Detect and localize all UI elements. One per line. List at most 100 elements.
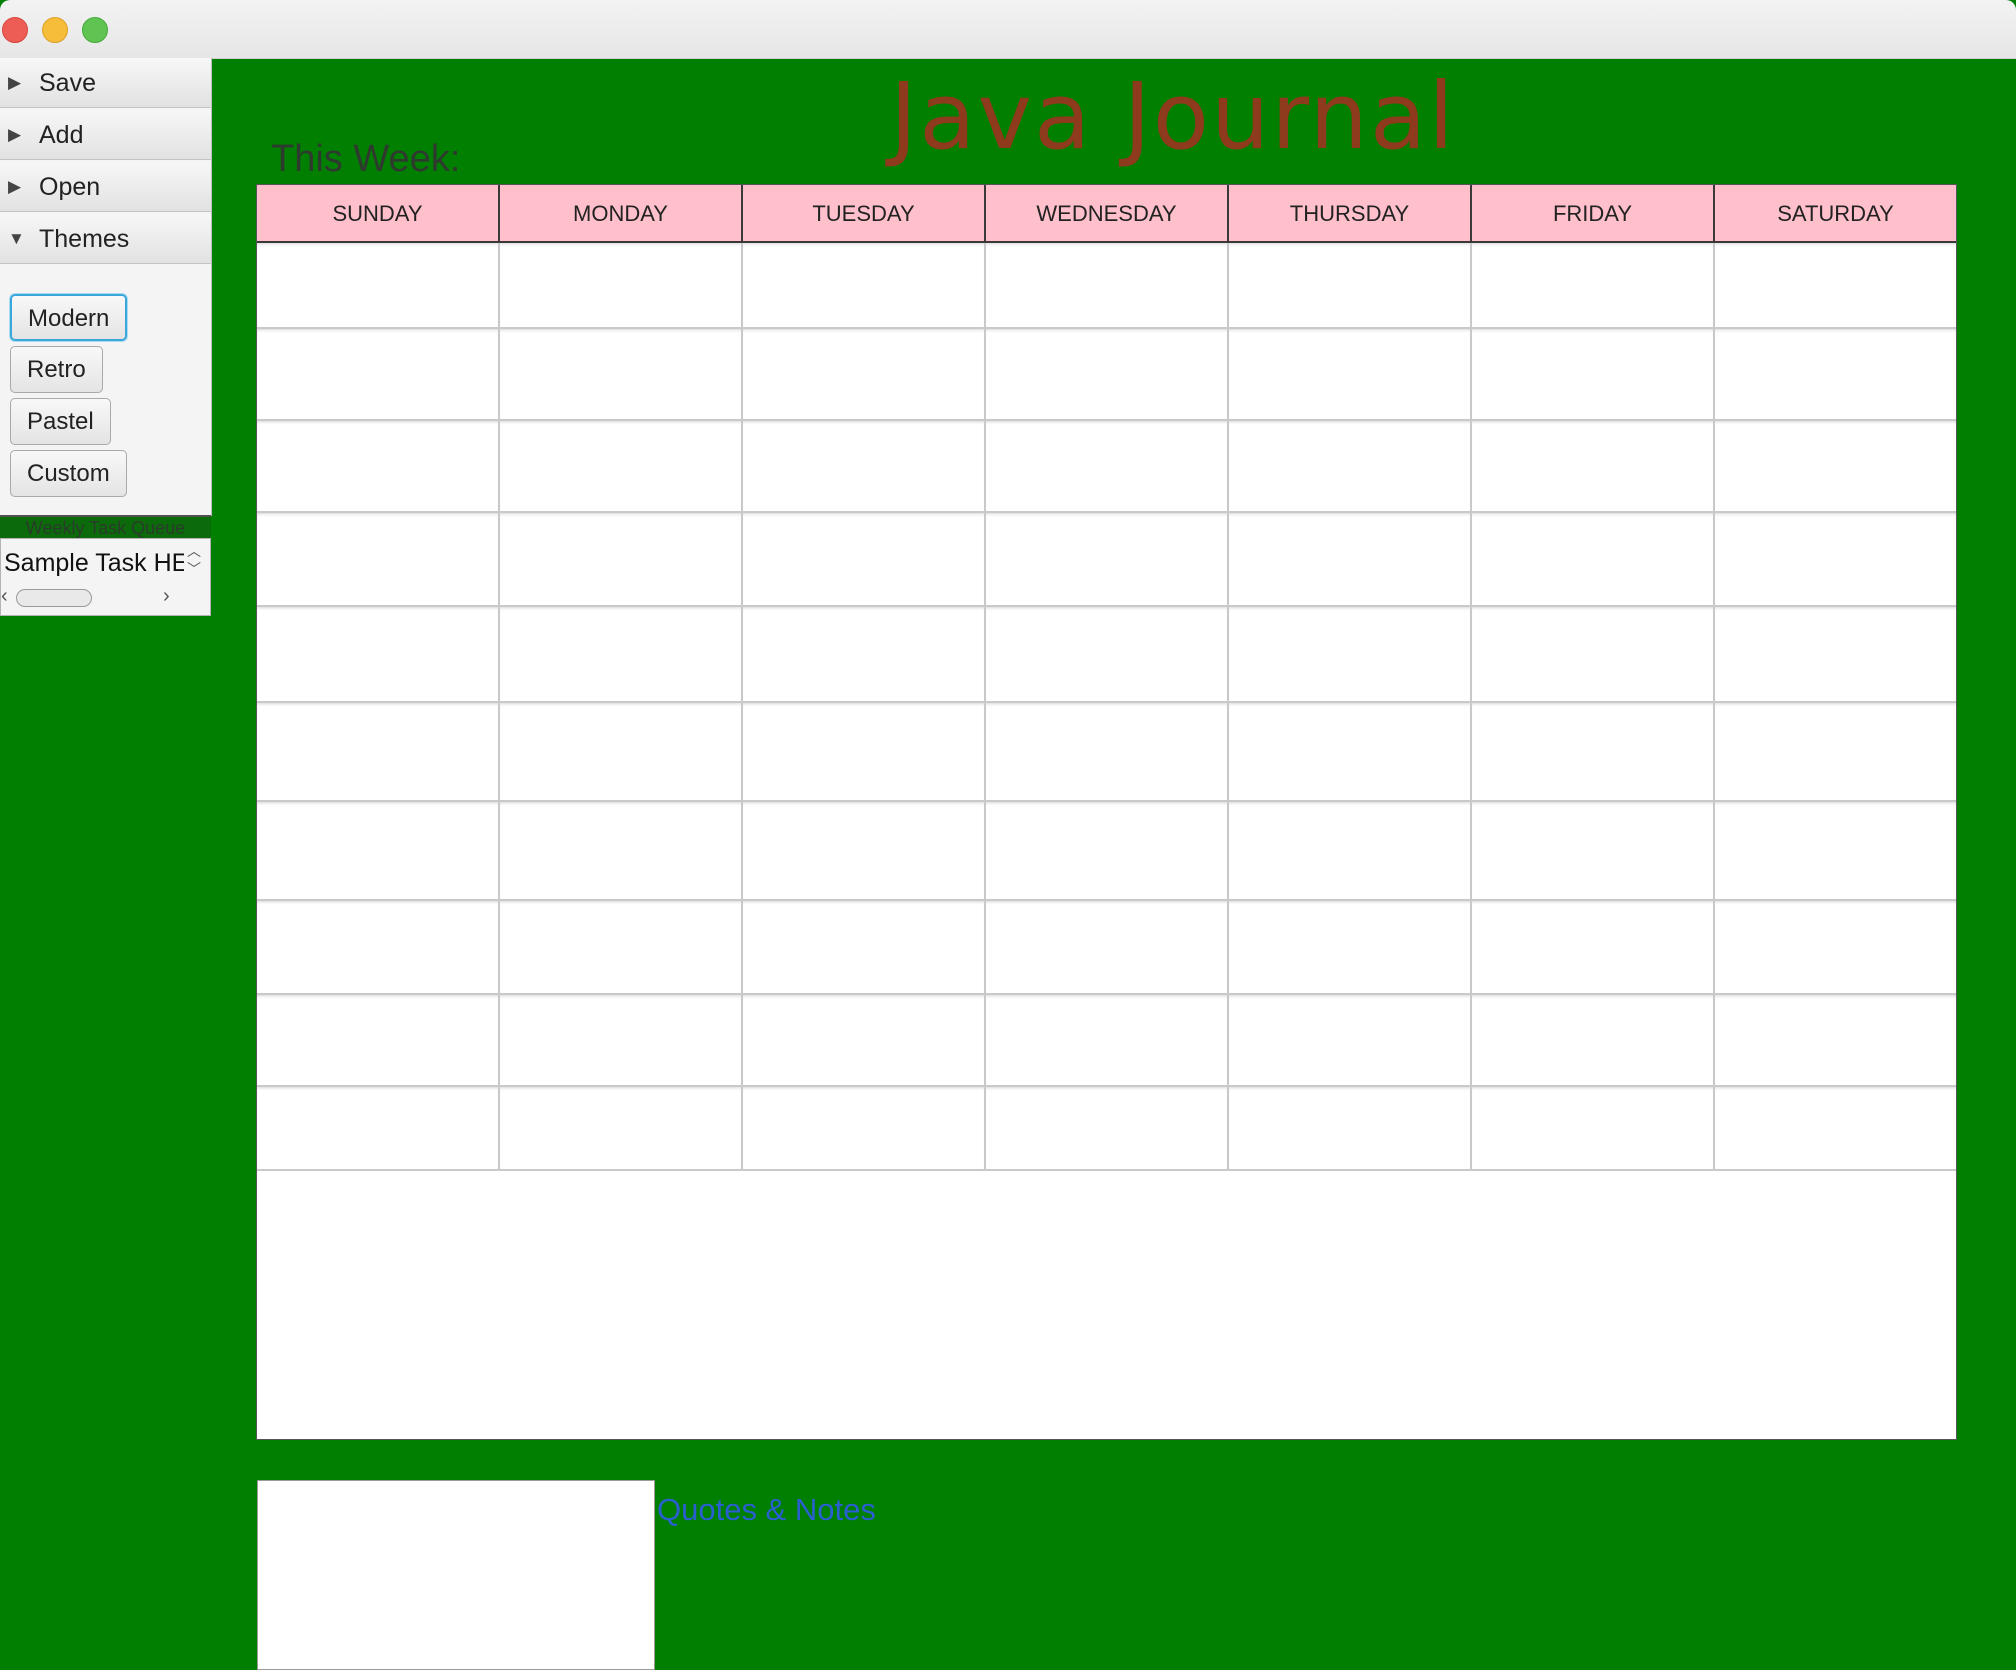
theme-modern-button[interactable]: Modern [10, 294, 128, 341]
pane-themes[interactable]: ▼ Themes [0, 214, 211, 264]
day-cell-sunday[interactable] [257, 607, 500, 703]
day-cell-friday[interactable] [1472, 607, 1715, 703]
calendar-row [257, 329, 1956, 421]
day-cell-saturday[interactable] [1715, 802, 1956, 901]
day-cell-friday[interactable] [1472, 243, 1715, 329]
chevron-down-icon[interactable]: ﹀ [187, 559, 201, 579]
calendar-row [257, 703, 1956, 802]
quotes-notes-textarea[interactable] [257, 1480, 655, 1670]
day-cell-saturday[interactable] [1715, 1087, 1956, 1171]
day-cell-thursday[interactable] [1229, 1087, 1472, 1171]
day-cell-wednesday[interactable] [986, 802, 1229, 901]
day-cell-monday[interactable] [500, 243, 743, 329]
day-cell-saturday[interactable] [1715, 607, 1956, 703]
day-cell-sunday[interactable] [257, 901, 500, 995]
day-cell-thursday[interactable] [1229, 901, 1472, 995]
day-cell-friday[interactable] [1472, 1087, 1715, 1171]
day-cell-friday[interactable] [1472, 329, 1715, 421]
day-cell-tuesday[interactable] [743, 703, 986, 802]
day-cell-thursday[interactable] [1229, 802, 1472, 901]
day-cell-tuesday[interactable] [743, 901, 986, 995]
day-cell-wednesday[interactable] [986, 901, 1229, 995]
day-cell-monday[interactable] [500, 1087, 743, 1171]
day-cell-tuesday[interactable] [743, 995, 986, 1087]
day-cell-sunday[interactable] [257, 995, 500, 1087]
day-cell-friday[interactable] [1472, 995, 1715, 1087]
day-cell-friday[interactable] [1472, 802, 1715, 901]
pane-add[interactable]: ▶ Add [0, 110, 211, 160]
day-header-monday: MONDAY [500, 185, 743, 243]
day-cell-monday[interactable] [500, 995, 743, 1087]
day-cell-sunday[interactable] [257, 1087, 500, 1171]
day-cell-tuesday[interactable] [743, 513, 986, 607]
day-cell-friday[interactable] [1472, 901, 1715, 995]
day-cell-sunday[interactable] [257, 243, 500, 329]
theme-custom-button[interactable]: Custom [10, 450, 127, 497]
day-cell-saturday[interactable] [1715, 995, 1956, 1087]
day-cell-wednesday[interactable] [986, 703, 1229, 802]
day-cell-wednesday[interactable] [986, 607, 1229, 703]
day-cell-sunday[interactable] [257, 513, 500, 607]
scroll-left-icon[interactable]: ‹ [1, 585, 8, 608]
day-cell-friday[interactable] [1472, 703, 1715, 802]
day-cell-wednesday[interactable] [986, 513, 1229, 607]
day-cell-friday[interactable] [1472, 421, 1715, 513]
day-cell-monday[interactable] [500, 513, 743, 607]
day-cell-thursday[interactable] [1229, 243, 1472, 329]
day-cell-monday[interactable] [500, 329, 743, 421]
theme-retro-button[interactable]: Retro [10, 346, 103, 393]
day-cell-wednesday[interactable] [986, 243, 1229, 329]
pane-open[interactable]: ▶ Open [0, 162, 211, 212]
day-cell-saturday[interactable] [1715, 421, 1956, 513]
minimize-window-button[interactable] [42, 17, 68, 43]
collapsed-arrow-icon: ▶ [8, 125, 22, 144]
day-cell-tuesday[interactable] [743, 421, 986, 513]
day-cell-sunday[interactable] [257, 329, 500, 421]
calendar-row [257, 901, 1956, 995]
day-header-tuesday: TUESDAY [743, 185, 986, 243]
day-cell-wednesday[interactable] [986, 1087, 1229, 1171]
day-cell-thursday[interactable] [1229, 513, 1472, 607]
pane-save[interactable]: ▶ Save [0, 58, 211, 108]
day-cell-tuesday[interactable] [743, 607, 986, 703]
day-cell-tuesday[interactable] [743, 1087, 986, 1171]
day-cell-monday[interactable] [500, 607, 743, 703]
day-cell-saturday[interactable] [1715, 513, 1956, 607]
day-cell-saturday[interactable] [1715, 243, 1956, 329]
day-cell-monday[interactable] [500, 901, 743, 995]
day-cell-sunday[interactable] [257, 703, 500, 802]
queue-task-text[interactable]: Sample Task HERE [4, 549, 184, 578]
calendar-row [257, 802, 1956, 901]
weekly-calendar-grid: SUNDAY MONDAY TUESDAY WEDNESDAY THURSDAY… [256, 184, 1957, 1440]
day-cell-saturday[interactable] [1715, 703, 1956, 802]
theme-pastel-button[interactable]: Pastel [10, 398, 111, 445]
day-cell-thursday[interactable] [1229, 421, 1472, 513]
day-cell-wednesday[interactable] [986, 421, 1229, 513]
day-cell-wednesday[interactable] [986, 995, 1229, 1087]
day-cell-tuesday[interactable] [743, 243, 986, 329]
day-cell-thursday[interactable] [1229, 329, 1472, 421]
day-cell-thursday[interactable] [1229, 703, 1472, 802]
horizontal-scroll-thumb[interactable] [16, 589, 92, 607]
day-cell-thursday[interactable] [1229, 607, 1472, 703]
day-cell-tuesday[interactable] [743, 329, 986, 421]
close-window-button[interactable] [2, 17, 28, 43]
chevron-up-icon[interactable]: ︿ [187, 541, 201, 561]
day-cell-wednesday[interactable] [986, 329, 1229, 421]
maximize-window-button[interactable] [82, 17, 108, 43]
window-title-bar [0, 0, 2016, 59]
day-cell-thursday[interactable] [1229, 995, 1472, 1087]
day-cell-monday[interactable] [500, 421, 743, 513]
day-cell-monday[interactable] [500, 703, 743, 802]
day-cell-tuesday[interactable] [743, 802, 986, 901]
day-cell-sunday[interactable] [257, 802, 500, 901]
day-header-sunday: SUNDAY [257, 185, 500, 243]
scroll-right-icon[interactable]: › [163, 585, 170, 608]
day-cell-sunday[interactable] [257, 421, 500, 513]
day-cell-monday[interactable] [500, 802, 743, 901]
day-cell-friday[interactable] [1472, 513, 1715, 607]
weekly-task-queue[interactable]: Sample Task HERE ︿ ﹀ ‹ › [0, 538, 211, 616]
day-cell-saturday[interactable] [1715, 329, 1956, 421]
calendar-row [257, 421, 1956, 513]
day-cell-saturday[interactable] [1715, 901, 1956, 995]
